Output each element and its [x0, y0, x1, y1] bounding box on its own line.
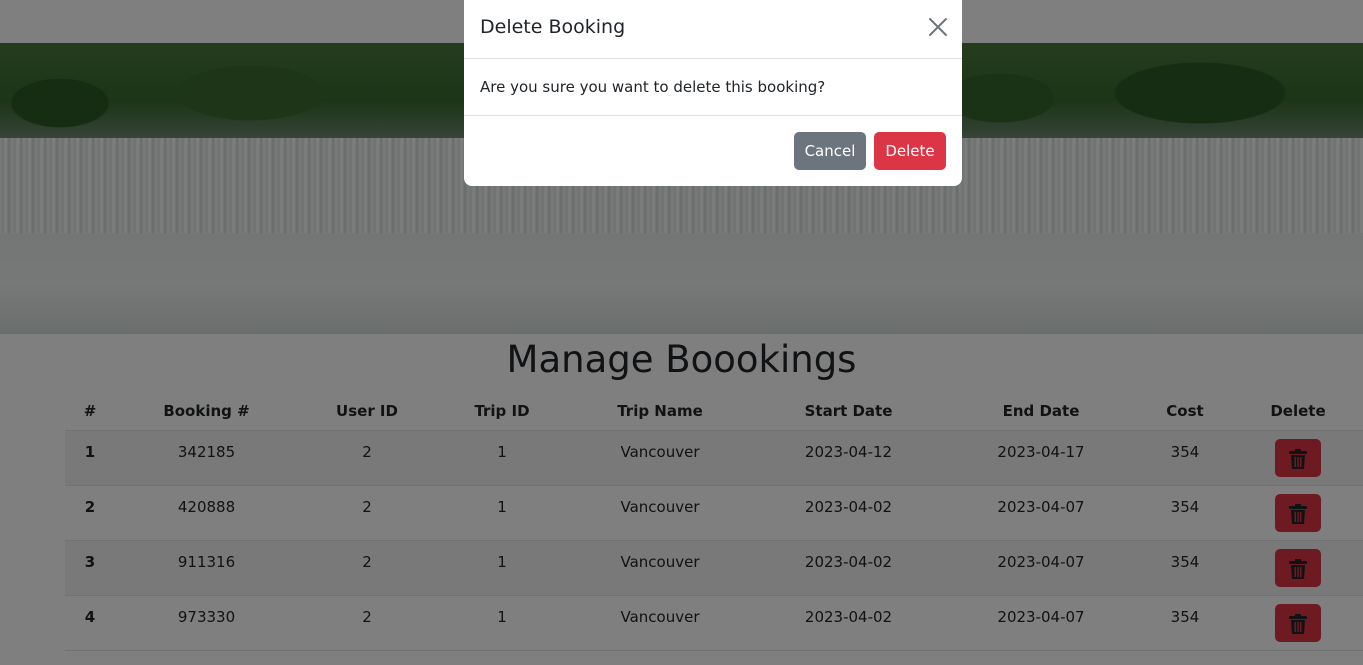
confirm-delete-button[interactable]: Delete — [874, 132, 946, 170]
modal-message: Are you sure you want to delete this boo… — [480, 78, 826, 96]
delete-booking-modal: Delete Booking Are you sure you want to … — [464, 0, 962, 186]
modal-header: Delete Booking — [464, 0, 962, 59]
modal-body: Are you sure you want to delete this boo… — [464, 59, 962, 116]
modal-footer: Cancel Delete — [464, 116, 962, 186]
modal-title: Delete Booking — [480, 16, 626, 38]
close-icon — [929, 18, 947, 36]
cancel-button[interactable]: Cancel — [794, 132, 866, 170]
close-button[interactable] — [928, 17, 948, 37]
